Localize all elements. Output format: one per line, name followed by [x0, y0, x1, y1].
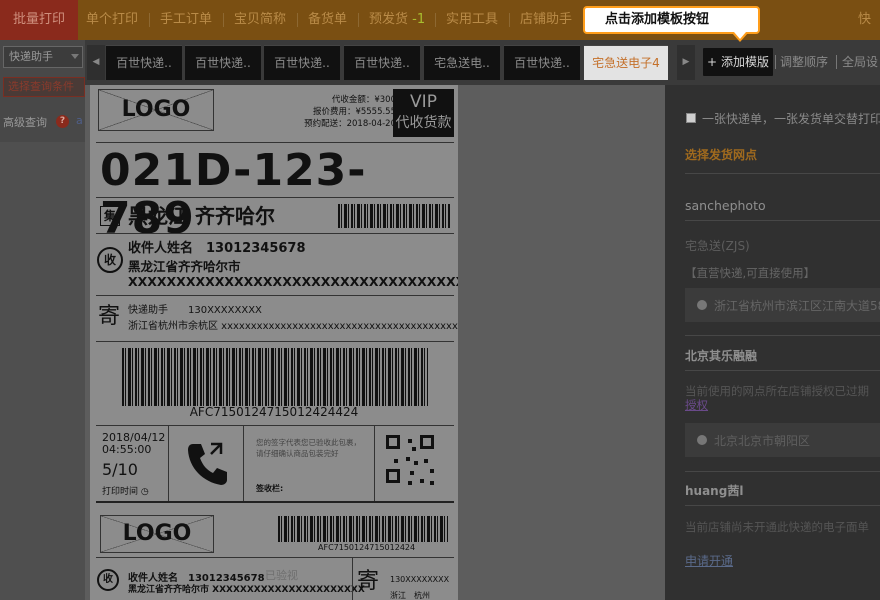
logo-placeholder: LOGO: [98, 89, 214, 131]
direct-courier-note: 【直营快递,可直接使用】: [685, 266, 816, 280]
tab-template-2[interactable]: 百世快递..: [185, 45, 261, 80]
nav-express[interactable]: 快递: [858, 0, 880, 67]
cod-amount: 代收金额：¥300: [331, 95, 396, 105]
phone-icon: [185, 440, 229, 489]
shipping-label-preview: LOGO 代收金额：¥300 报价费用：¥5555.55 预约配送：2018-0…: [90, 85, 458, 600]
print-date: 2018/04/12 04:55:00: [102, 432, 165, 456]
sign-notice: 您的签字代表您已验收此包裹，请仔细确认商品包装完好: [256, 438, 361, 458]
clock-icon: ◷: [140, 487, 149, 497]
apply-open-link[interactable]: 申请开通: [685, 552, 733, 569]
advanced-link[interactable]: a: [76, 114, 83, 127]
sign-field: 签收栏:: [256, 484, 284, 493]
tab-template-6[interactable]: 百世快递..: [504, 45, 580, 80]
alternate-print-checkbox[interactable]: [686, 113, 696, 123]
plus-icon: +: [707, 55, 718, 69]
shop-name-1: sanchephoto: [685, 198, 766, 213]
not-open-notice: 当前店铺尚未开通此快递的电子面单: [685, 520, 869, 534]
insured-fee: 报价费用：¥5555.55: [312, 107, 396, 117]
print-time-value: 04:55:00: [102, 443, 152, 456]
nav-presale[interactable]: 预发货 -1: [369, 0, 425, 40]
sender-address: 浙江省杭州市余杭区 xxxxxxxxxxxxxxxxxxxxxxxxxxxxxx…: [128, 321, 458, 332]
tab-template-7[interactable]: 宅急送电子4: [584, 45, 668, 80]
sender-mark-2: 寄: [357, 569, 380, 594]
scheduled-delivery: 预约配送：2018-04-20: [304, 119, 396, 129]
left-body: [0, 142, 85, 600]
chevron-down-icon: [71, 54, 79, 59]
qr-code: [386, 435, 440, 489]
app-root: 批量打印 单个打印 手工订单 宝贝简称 备货单 预发货 -1 实用工具 店铺助手…: [0, 0, 880, 600]
sender-address-2: 浙江 杭州: [390, 591, 430, 600]
tab-template-4[interactable]: 百世快递..: [344, 45, 420, 80]
package-count: 5/10: [102, 460, 138, 479]
main-barcode: [122, 348, 428, 406]
nav-tools[interactable]: 实用工具: [446, 0, 498, 40]
logo-placeholder-2: LOGO: [100, 515, 214, 553]
helper-select-value: 快递助手: [9, 50, 53, 63]
cod-info: 代收金额：¥300 报价费用：¥5555.55 预约配送：2018-04-20: [304, 94, 396, 130]
select-branch-title: 选择发货网点: [685, 148, 758, 162]
barcode-number: AFC7150124715012424424: [189, 405, 359, 419]
sender-phone-2: 130XXXXXXXX: [390, 575, 450, 584]
authorize-link[interactable]: 授权: [685, 397, 708, 413]
settings-panel: 一张快递单，一张发货单交替打印 选择发货网点 sanchephoto 宅急送(Z…: [665, 85, 880, 600]
print-time-text: 打印时间: [102, 487, 139, 497]
adjust-order-button[interactable]: 调整顺序: [780, 48, 828, 76]
nav-stock-list[interactable]: 备货单: [308, 0, 347, 40]
vip-badge: VIP 代收货款: [393, 89, 454, 137]
ji-mark: 集: [100, 206, 120, 226]
tooltip: 点击添加模板按钮: [583, 6, 760, 34]
sender-mark: 寄: [98, 304, 121, 329]
branch-address-1: 浙江省杭州市滨江区江南大道58: [714, 299, 880, 313]
region-barcode: [338, 204, 450, 228]
helper-select[interactable]: 快递助手: [3, 46, 83, 68]
help-icon[interactable]: ?: [56, 115, 69, 128]
vip-sub-text: 代收货款: [395, 115, 452, 131]
add-template-label: 添加模版: [720, 55, 769, 69]
destination-region: 黑龙江 齐齐哈尔: [128, 204, 275, 228]
nav-shop-helper[interactable]: 店铺助手: [520, 0, 572, 40]
checked-stamp: 已验视: [265, 569, 298, 582]
branch-option-2[interactable]: 北京北京市朝阳区: [685, 423, 880, 457]
shop-name-2: 北京其乐融融: [685, 349, 758, 363]
receiver-address-2: 黑龙江省齐齐哈尔市 XXXXXXXXXXXXXXXXXXXXXX: [128, 585, 365, 595]
tab-template-5[interactable]: 宅急送电..: [424, 45, 500, 80]
receiver-address: 黑龙江省齐齐哈尔市 XXXXXXXXXXXXXXXXXXXXXXXXXXXXXX…: [128, 259, 458, 289]
mini-barcode-number: AFC7150124715012424: [318, 543, 416, 552]
left-panel: 快递助手 选择查询条件 高级查询 ? a: [0, 40, 85, 600]
receiver-mark-2: 收: [97, 569, 119, 591]
tab-scroll-right-icon[interactable]: ▶: [677, 45, 695, 80]
nav-presale-label: 预发货: [369, 12, 409, 27]
tab-template-3[interactable]: 百世快递..: [264, 45, 340, 80]
tab-template-1[interactable]: 百世快递..: [106, 45, 182, 80]
vip-text: VIP: [410, 92, 437, 112]
branch-option-1[interactable]: 浙江省杭州市滨江区江南大道58: [685, 288, 880, 322]
receiver-name: 收件人姓名 13012345678: [128, 241, 306, 256]
nav-single-print[interactable]: 单个打印: [86, 0, 138, 40]
print-time-label: 打印时间 ◷: [102, 484, 149, 497]
shop-name-3: huang茜l: [685, 484, 744, 498]
add-template-button[interactable]: + 添加模版: [703, 48, 773, 76]
radio-branch-1[interactable]: [697, 300, 707, 310]
nav-batch-print[interactable]: 批量打印: [0, 0, 78, 40]
mini-barcode: [278, 516, 448, 542]
advanced-query-label[interactable]: 高级查询: [3, 114, 47, 130]
auth-expired-notice: 当前使用的网点所在店铺授权已过期: [685, 384, 869, 398]
query-condition-button[interactable]: 选择查询条件: [3, 77, 85, 97]
sender-name: 快递助手 130XXXXXXXX: [128, 305, 262, 316]
receiver-mark: 收: [97, 247, 123, 273]
presale-count: -1: [412, 12, 426, 27]
nav-manual-order[interactable]: 手工订单: [160, 0, 212, 40]
radio-branch-2[interactable]: [697, 435, 707, 445]
tab-scroll-left-icon[interactable]: ◀: [87, 45, 105, 80]
global-settings-button[interactable]: 全局设: [842, 48, 878, 76]
nav-item-alias[interactable]: 宝贝简称: [234, 0, 286, 40]
courier-name: 宅急送(ZJS): [685, 239, 750, 253]
alternate-print-label: 一张快递单，一张发货单交替打印: [702, 112, 880, 126]
branch-address-2: 北京北京市朝阳区: [714, 434, 811, 448]
